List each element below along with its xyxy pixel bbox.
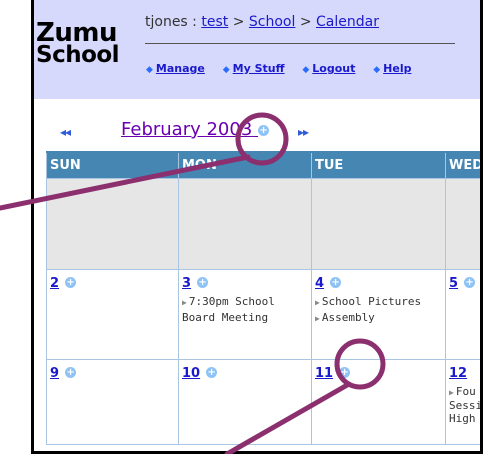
calendar-day-empty bbox=[311, 177, 446, 270]
day-number-link[interactable]: 11 bbox=[315, 366, 333, 381]
month-label[interactable]: February 2003 bbox=[121, 119, 252, 140]
breadcrumb-separator: : bbox=[187, 14, 202, 30]
add-event-icon[interactable]: + bbox=[339, 366, 351, 378]
logo: Zumu School bbox=[36, 18, 120, 68]
nav-manage-link[interactable]: Manage bbox=[156, 62, 205, 75]
calendar-day-cell[interactable]: 11 + bbox=[311, 358, 446, 445]
event-item[interactable]: ▶ School Pictures bbox=[315, 295, 443, 309]
add-event-icon[interactable]: + bbox=[464, 276, 476, 288]
breadcrumb-test-link[interactable]: test bbox=[201, 14, 228, 30]
add-event-month-icon[interactable]: + bbox=[258, 125, 270, 136]
event-text[interactable]: Board Meeting bbox=[182, 311, 268, 324]
diamond-bullet-icon: ◆ bbox=[146, 65, 153, 75]
nav-help-link[interactable]: Help bbox=[383, 62, 411, 75]
diamond-bullet-icon: ◆ bbox=[302, 65, 310, 75]
next-month-arrows-icon[interactable]: ▸▸ bbox=[298, 125, 309, 139]
calendar-grid: SUN MON TUE WED 2+ 3+ ▶7:30pm School bbox=[46, 151, 480, 445]
app-frame: Zumu School tjones : test > School > Cal… bbox=[31, 0, 483, 454]
event-triangle-icon: ▶ bbox=[182, 297, 187, 307]
weekday-mon: MON bbox=[178, 151, 312, 179]
weekday-header-row: SUN MON TUE WED bbox=[46, 151, 480, 179]
event-text[interactable]: 7:30pm School bbox=[189, 295, 275, 308]
event-item[interactable]: ▶ 7:30pm School bbox=[182, 295, 309, 309]
calendar-day-cell[interactable]: 2 + bbox=[46, 268, 179, 360]
nav-logout-link[interactable]: Logout bbox=[312, 62, 355, 75]
event-text[interactable]: Fou bbox=[456, 385, 476, 398]
breadcrumb: tjones : test > School > Calendar bbox=[145, 14, 379, 30]
day-number-link[interactable]: 9 bbox=[50, 366, 59, 381]
calendar-day-cell[interactable]: 3 + ▶ 7:30pm School Board Meeting bbox=[178, 268, 312, 360]
weekday-wed: WED bbox=[445, 151, 480, 179]
event-item[interactable]: ▶ Fou bbox=[449, 385, 480, 399]
week-row bbox=[46, 177, 480, 270]
event-item-continued[interactable]: Sessi bbox=[449, 399, 480, 412]
calendar-day-empty bbox=[445, 177, 480, 270]
calendar-day-cell[interactable]: 4 + ▶ School Pictures ▶ Assembly bbox=[311, 268, 446, 360]
event-triangle-icon: ▶ bbox=[315, 313, 320, 323]
breadcrumb-school-link[interactable]: School bbox=[249, 14, 295, 30]
event-item[interactable]: ▶ Assembly bbox=[315, 311, 443, 325]
add-event-icon[interactable]: + bbox=[197, 276, 209, 288]
calendar-day-empty bbox=[46, 177, 179, 270]
diamond-bullet-icon: ◆ bbox=[373, 65, 381, 75]
logo-line-1: Zumu bbox=[36, 18, 117, 48]
day-number-link[interactable]: 5 bbox=[449, 276, 458, 291]
day-number-link[interactable]: 10 bbox=[182, 366, 200, 381]
breadcrumb-calendar-link[interactable]: Calendar bbox=[316, 14, 379, 30]
add-event-icon[interactable]: + bbox=[206, 366, 218, 378]
diamond-bullet-icon: ◆ bbox=[222, 65, 230, 75]
breadcrumb-separator: > bbox=[295, 14, 317, 30]
header: Zumu School tjones : test > School > Cal… bbox=[34, 0, 480, 99]
weekday-tue: TUE bbox=[311, 151, 446, 179]
calendar-day-empty bbox=[178, 177, 312, 270]
week-row: 2 + 3 + ▶ 7:30pm School Board Meeting 4 + ▶ S… bbox=[46, 268, 480, 360]
month-title-link[interactable]: February 2003 + bbox=[121, 119, 270, 140]
nav-my-stuff-link[interactable]: My Stuff bbox=[233, 62, 285, 75]
day-number-link[interactable]: 12 bbox=[449, 366, 467, 381]
breadcrumb-separator: > bbox=[228, 14, 249, 30]
day-number-link[interactable]: 3 bbox=[182, 276, 191, 291]
day-number-link[interactable]: 2 bbox=[50, 276, 59, 291]
event-text[interactable]: School Pictures bbox=[322, 295, 421, 308]
add-event-icon[interactable]: + bbox=[65, 276, 77, 288]
calendar-day-cell[interactable]: 10 + bbox=[178, 358, 312, 445]
add-event-icon[interactable]: + bbox=[65, 366, 77, 378]
logo-line-2: School bbox=[36, 42, 120, 68]
calendar-day-cell[interactable]: 5 + bbox=[445, 268, 480, 360]
event-text[interactable]: Assembly bbox=[322, 311, 375, 324]
calendar-day-cell[interactable]: 9 + bbox=[46, 358, 179, 445]
previous-month-arrows-icon[interactable]: ◂◂ bbox=[60, 125, 71, 139]
add-event-icon[interactable]: + bbox=[330, 276, 342, 288]
nav-bar: ◆ Manage ◆ My Stuff ◆ Logout ◆ Help bbox=[146, 62, 425, 75]
event-item-continued[interactable]: High bbox=[449, 412, 480, 425]
event-triangle-icon: ▶ bbox=[315, 297, 320, 307]
event-text[interactable]: High bbox=[449, 412, 476, 425]
weekday-sun: SUN bbox=[46, 151, 179, 179]
week-row: 9 + 10 + 11 + 12 ▶ Fou Sessi High bbox=[46, 358, 480, 445]
day-number-link[interactable]: 4 bbox=[315, 276, 324, 291]
event-item-continued[interactable]: Board Meeting bbox=[182, 311, 309, 324]
event-triangle-icon: ▶ bbox=[449, 387, 454, 397]
breadcrumb-user: tjones bbox=[145, 14, 188, 30]
calendar-day-cell[interactable]: 12 ▶ Fou Sessi High bbox=[445, 358, 480, 445]
event-text[interactable]: Sessi bbox=[449, 399, 480, 412]
header-divider bbox=[145, 43, 455, 44]
